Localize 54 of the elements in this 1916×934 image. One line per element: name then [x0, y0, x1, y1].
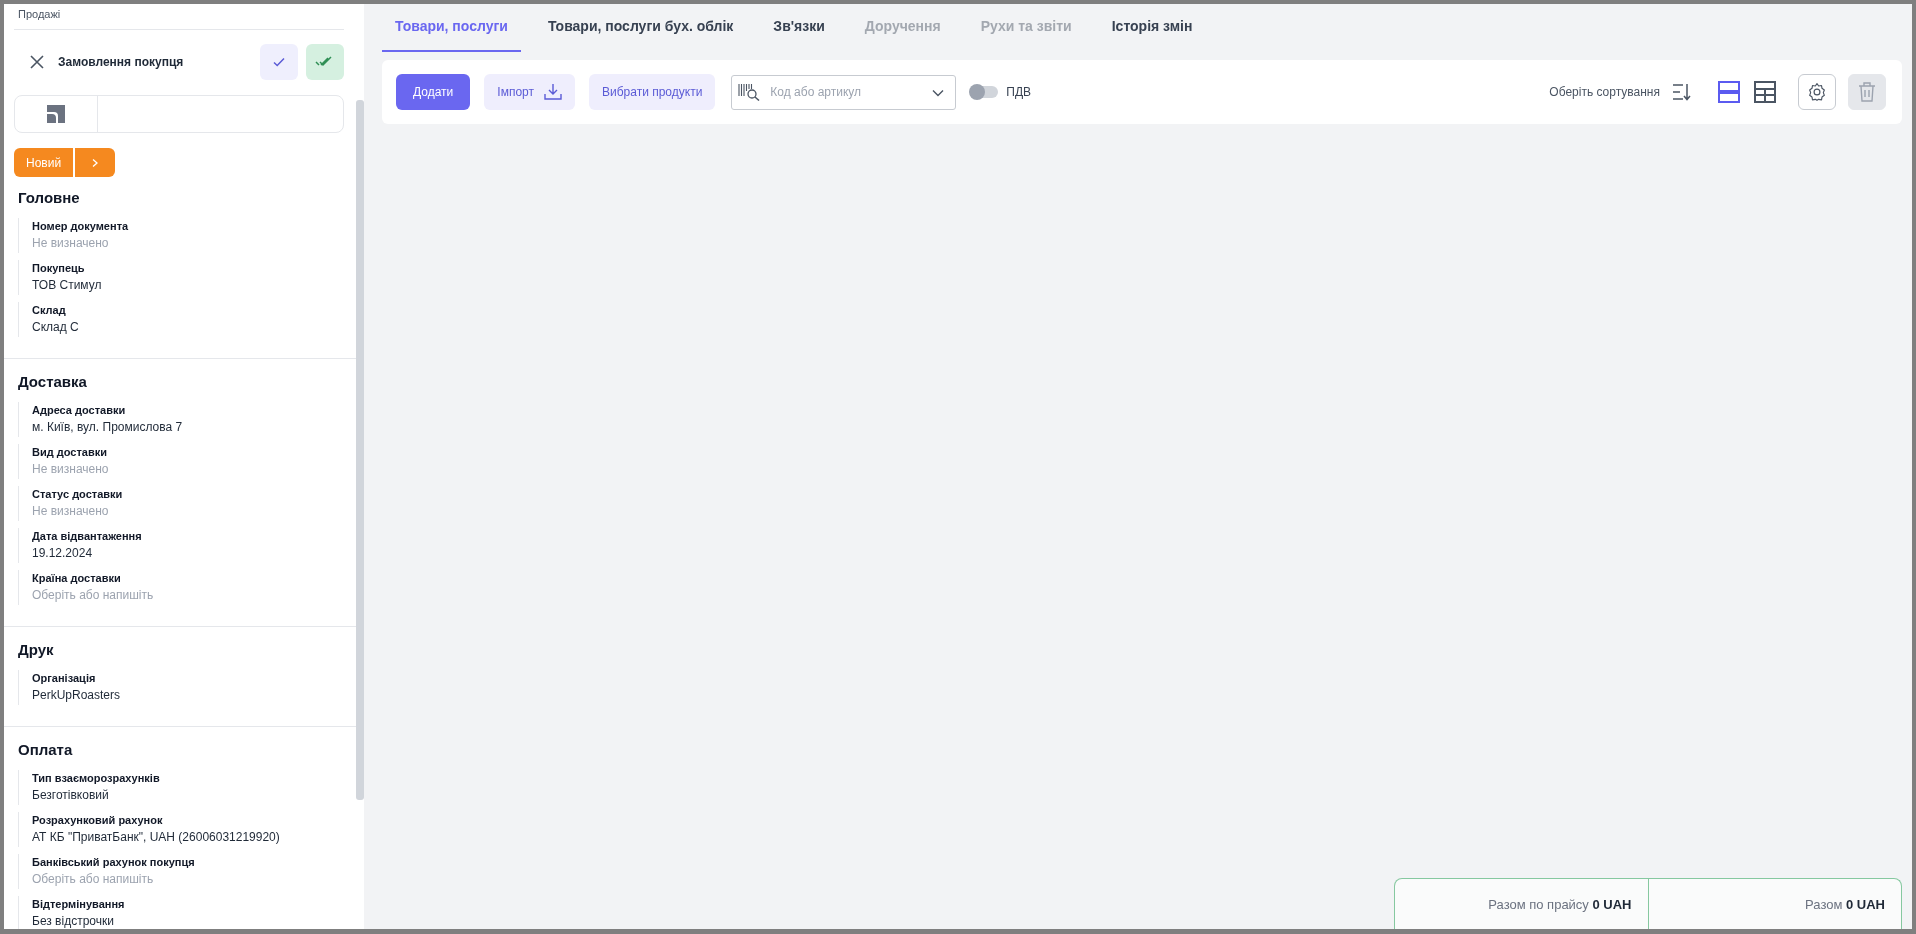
field-value[interactable]: Без відстрочки — [32, 912, 344, 929]
add-button[interactable]: Додати — [396, 74, 471, 110]
close-icon[interactable] — [30, 55, 44, 69]
sort-icon[interactable] — [1672, 83, 1692, 101]
field-label: Статус доставки — [32, 487, 124, 502]
breadcrumb[interactable]: Продажі — [14, 4, 344, 30]
field-label: Країна доставки — [32, 571, 122, 586]
field-value[interactable]: 19.12.2024 — [32, 544, 344, 562]
field-label: Вид доставки — [32, 445, 108, 460]
section-title: Головне — [18, 189, 81, 206]
field-value[interactable]: PerkUpRoasters — [32, 686, 344, 704]
vat-toggle[interactable] — [970, 86, 999, 98]
field-value[interactable]: м. Київ, вул. Промислова 7 — [32, 418, 344, 436]
search-field[interactable]: Код або артикул — [731, 74, 957, 110]
section-title: Доставка — [18, 373, 88, 390]
logo-icon — [47, 105, 65, 123]
scrollbar[interactable] — [356, 100, 364, 800]
field-label: Розрахунковий рахунок — [32, 813, 164, 828]
section-title: Оплата — [18, 741, 74, 758]
field-label: Тип взаєморозрахунків — [32, 771, 161, 786]
field-label: Організація — [32, 671, 97, 686]
select-products-button[interactable]: Вибрати продукти — [588, 74, 716, 110]
trash-icon — [1858, 82, 1876, 102]
field-value[interactable]: АТ КБ "ПриватБанк", UAH (26006031219920) — [32, 828, 344, 846]
field-label: Відтермінування — [32, 897, 126, 912]
chevron-down-icon — [932, 88, 945, 97]
field-label: Номер документа — [32, 219, 130, 234]
tab[interactable]: Історія змін — [1098, 4, 1206, 52]
settings-button[interactable] — [1798, 74, 1836, 110]
field-value[interactable]: ТОВ Стимул — [32, 276, 344, 294]
confirm-all-button[interactable] — [306, 44, 344, 80]
confirm-button[interactable] — [260, 44, 298, 80]
field-label: Дата відвантаження — [32, 529, 143, 544]
total-amount: Разом 0 UAH — [1805, 896, 1885, 912]
document-title: Замовлення покупця — [58, 55, 185, 69]
total-amount: Разом по прайсу 0 UAH — [1488, 896, 1632, 912]
field-label: Адреса доставки — [32, 403, 127, 418]
tab[interactable]: Зв'язки — [760, 4, 838, 52]
next-status-button[interactable] — [75, 148, 116, 177]
download-icon — [543, 83, 562, 101]
tab[interactable]: Товари, послуги бух. облік — [534, 4, 747, 52]
field-value[interactable]: Безготівковий — [32, 786, 344, 804]
field-label: Склад — [32, 303, 67, 318]
tab[interactable]: Товари, послуги — [382, 4, 521, 52]
settings-icon — [1807, 82, 1827, 102]
field-label: Банківський рахунок покупця — [32, 855, 196, 870]
section-title: Друк — [18, 641, 55, 658]
field-value[interactable]: Склад С — [32, 318, 344, 336]
row-view-icon[interactable] — [1718, 81, 1740, 103]
sort-label[interactable]: Оберіть сортування — [1549, 85, 1660, 99]
grid-view-icon[interactable] — [1754, 81, 1776, 103]
import-button[interactable]: Імпорт — [484, 74, 575, 110]
field-label: Покупець — [32, 261, 86, 276]
vat-label: ПДВ — [1006, 85, 1032, 99]
